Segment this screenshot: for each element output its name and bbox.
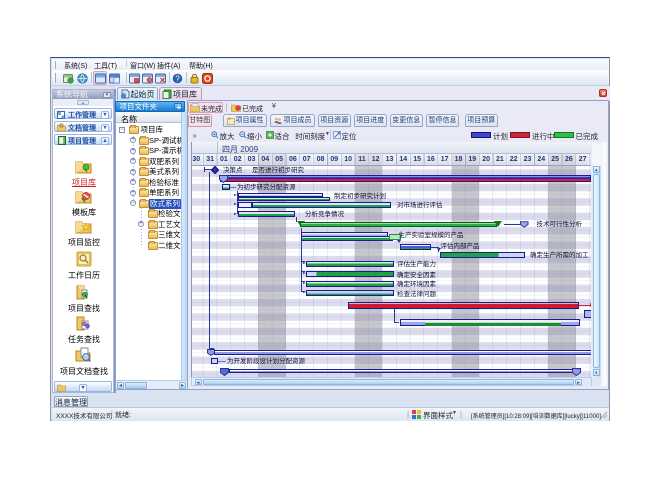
svg-text:?: ? [175,74,180,83]
